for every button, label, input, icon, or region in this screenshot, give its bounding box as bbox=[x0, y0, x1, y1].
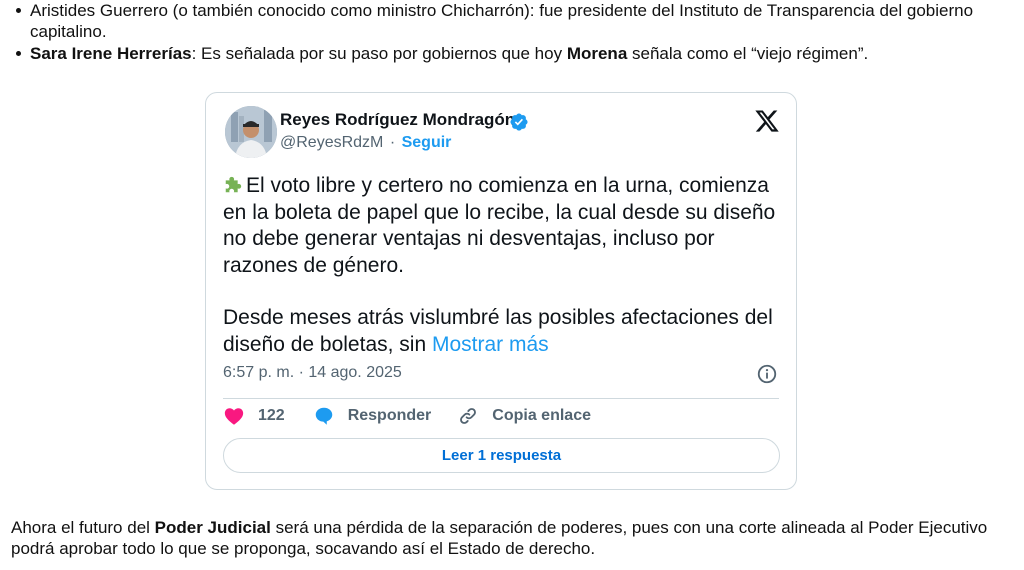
follow-button[interactable]: Seguir bbox=[402, 134, 452, 151]
link-icon bbox=[460, 408, 477, 424]
puzzle-piece-emoji bbox=[225, 176, 242, 193]
tweet-actions: 122 Responder Copia enlace bbox=[223, 404, 591, 428]
avatar[interactable] bbox=[225, 106, 277, 158]
reply-bubble-icon bbox=[315, 407, 332, 425]
reply-label: Responder bbox=[347, 407, 432, 424]
heart-icon bbox=[224, 408, 244, 425]
like-button[interactable]: 122 bbox=[223, 405, 285, 427]
bullet-item-guerrero: Aristides Guerrero (o también conocido c… bbox=[16, 0, 1006, 42]
bullet-text: : Es señalada por su paso por gobiernos … bbox=[191, 44, 567, 63]
embedded-tweet: Reyes Rodríguez Mondragón @ReyesRdzM · S… bbox=[205, 92, 797, 490]
author-handle[interactable]: @ReyesRdzM bbox=[280, 134, 383, 151]
tweet-timestamp[interactable]: 6:57 p. m. · 14 ago. 2025 bbox=[223, 364, 402, 382]
handle-row: @ReyesRdzM · Seguir bbox=[280, 134, 451, 152]
verified-badge-icon bbox=[510, 113, 528, 131]
info-icon[interactable] bbox=[756, 363, 778, 385]
copy-link-button[interactable]: Copia enlace bbox=[457, 405, 591, 427]
like-count: 122 bbox=[258, 407, 285, 424]
x-logo-icon[interactable] bbox=[754, 108, 780, 134]
show-more-link[interactable]: Mostrar más bbox=[432, 333, 549, 356]
read-replies-button[interactable]: Leer 1 respuesta bbox=[223, 438, 780, 473]
bullet-name: Sara Irene Herrerías bbox=[30, 44, 192, 63]
author-name[interactable]: Reyes Rodríguez Mondragón bbox=[280, 110, 515, 130]
tweet-body: El voto libre y certero no comienza en l… bbox=[223, 173, 793, 358]
bullet-list: Aristides Guerrero (o también conocido c… bbox=[16, 0, 1006, 64]
bullet-text: Aristides Guerrero (o también conocido c… bbox=[30, 1, 974, 41]
reply-button[interactable]: Responder bbox=[313, 405, 432, 427]
bullet-item-herrerias: Sara Irene Herrerías: Es señalada por su… bbox=[16, 43, 1006, 64]
paragraph-text-1: Ahora el futuro del bbox=[11, 518, 155, 537]
party-name: Morena bbox=[566, 44, 628, 63]
tweet-paragraph-1-text: El voto libre y certero no comienza en l… bbox=[223, 174, 776, 277]
copy-link-label: Copia enlace bbox=[492, 407, 591, 424]
tweet-paragraph-1: El voto libre y certero no comienza en l… bbox=[223, 173, 793, 279]
article-paragraph: Ahora el futuro del Poder Judicial será … bbox=[11, 517, 1014, 559]
divider bbox=[223, 398, 779, 399]
tweet-paragraph-2: Desde meses atrás vislumbré las posibles… bbox=[223, 305, 793, 358]
paragraph-bold-term: Poder Judicial bbox=[154, 518, 271, 537]
bullet-text-end: señala como el “viejo régimen”. bbox=[627, 44, 869, 63]
separator: · bbox=[389, 134, 396, 151]
